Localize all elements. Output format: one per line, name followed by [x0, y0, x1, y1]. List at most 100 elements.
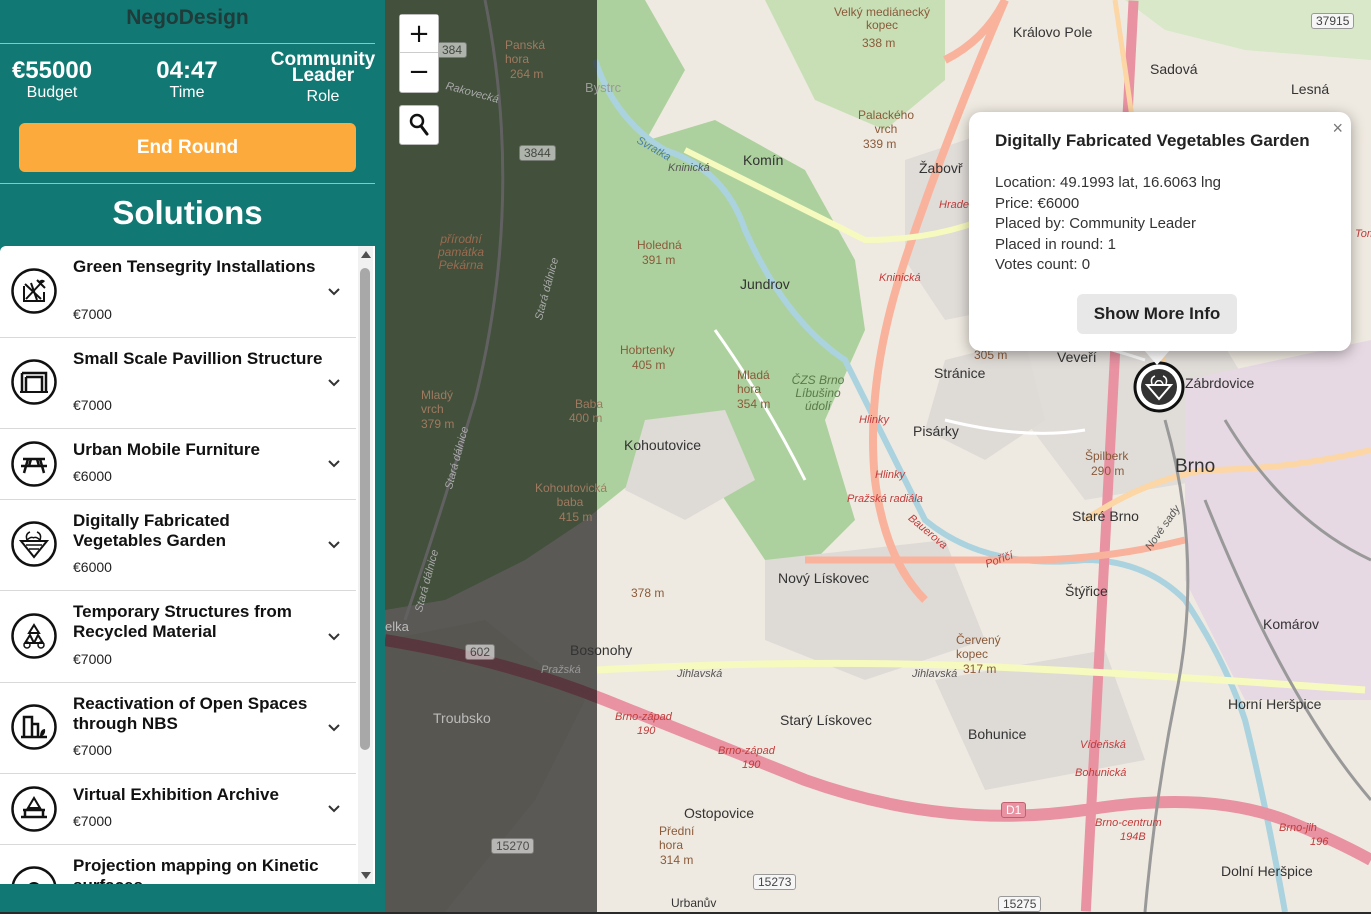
picnic-table-icon [11, 441, 57, 487]
zoom-control: + − [399, 14, 439, 93]
map-label: Brno-západ [718, 745, 775, 757]
chevron-down-icon[interactable] [326, 801, 342, 817]
chevron-down-icon[interactable] [326, 720, 342, 736]
show-more-info-button[interactable]: Show More Info [1077, 294, 1237, 334]
popup-votes: Votes count: 0 [995, 256, 1091, 273]
map-label: Brno-západ [615, 711, 672, 723]
popup-placed-by: Placed by: Community Leader [995, 215, 1196, 232]
map-shield: 15275 [998, 896, 1042, 912]
map-label: 314 m [660, 853, 694, 867]
map-label: Jundrov [740, 276, 790, 292]
map[interactable]: Královo Pole Sadová Lesná Komín Žabovř J… [385, 0, 1371, 912]
scroll-down-arrow-icon[interactable] [361, 872, 371, 879]
map-label: Hobrtenky [620, 343, 675, 357]
map-label: elka [385, 619, 409, 634]
map-label: Přední hora [659, 824, 695, 852]
solutions-heading: Solutions [112, 194, 263, 231]
solution-name: Urban Mobile Furniture [73, 440, 260, 459]
map-label: Dolní Heršpice [1221, 863, 1313, 879]
solution-price: €7000 [73, 813, 112, 829]
solution-name: Small Scale Pavillion Structure [73, 349, 323, 368]
map-label: 379 m [421, 417, 455, 431]
scrollbar-thumb[interactable] [360, 268, 370, 750]
map-shield: 3844 [519, 145, 556, 161]
map-label: Štýřice [1065, 583, 1108, 599]
map-label: 290 m [1091, 464, 1125, 478]
map-label: Kohoutovice [624, 437, 702, 453]
map-label: 391 m [642, 253, 676, 267]
solution-name: Green Tensegrity Installations [73, 257, 316, 276]
map-label: Kninická [668, 162, 710, 174]
map-label: Stránice [934, 365, 986, 381]
map-label: Baba [575, 397, 604, 411]
popup-tip [1143, 349, 1171, 365]
map-label: Bohunická [1075, 767, 1127, 779]
map-label: Komárov [1263, 616, 1320, 632]
chevron-down-icon[interactable] [326, 284, 342, 300]
solution-item[interactable]: Projection mapping on Kinetic surfaces [0, 845, 356, 884]
chevron-down-icon[interactable] [326, 456, 342, 472]
scroll-up-arrow-icon[interactable] [361, 251, 371, 258]
map-label: Staré Brno [1072, 508, 1139, 524]
map-label: Bystrc [585, 80, 622, 95]
solution-item[interactable]: Urban Mobile Furniture €6000 [0, 429, 356, 500]
buildings-nature-icon [11, 704, 57, 750]
map-marker-vegetable-garden[interactable] [1133, 361, 1185, 413]
zoom-out-button[interactable]: − [400, 53, 438, 91]
popup-title: Digitally Fabricated Vegetables Garden [995, 131, 1310, 150]
chevron-down-icon[interactable] [326, 375, 342, 391]
map-search-button[interactable] [399, 105, 439, 145]
end-round-button[interactable]: End Round [19, 123, 356, 172]
map-label: Brno-centrum [1095, 817, 1162, 829]
solution-item[interactable]: Virtual Exhibition Archive €7000 [0, 774, 356, 845]
map-label: Pisárky [913, 423, 959, 439]
map-label: Hlinky [859, 414, 889, 426]
chevron-down-icon[interactable] [326, 629, 342, 645]
projection-icon [11, 866, 57, 884]
map-label: 190 [637, 725, 656, 737]
map-label: Hrade [939, 199, 969, 211]
map-label: Mladý vrch [421, 388, 454, 416]
map-label: Kohoutovická baba [535, 481, 608, 509]
sidebar: NegoDesign €55000 Budget 04:47 Time Comm… [0, 0, 385, 912]
solutions-list[interactable]: Green Tensegrity Installations €7000 Sma… [0, 246, 375, 884]
map-label: 405 m [632, 358, 666, 372]
solution-price: €7000 [73, 397, 112, 413]
popup-details: Location: 49.1993 lat, 16.6063 lng Price… [995, 173, 1221, 276]
map-label: Sadová [1150, 61, 1198, 77]
map-label: Pražská [541, 664, 581, 676]
recycle-icon [11, 613, 57, 659]
time-value: 04:47 [156, 57, 218, 84]
map-label: Brno [1175, 456, 1216, 477]
map-label: Starý Lískovec [780, 712, 872, 728]
map-label: 196 [1310, 836, 1329, 848]
map-label: Nový Lískovec [778, 570, 870, 586]
map-label: Horní Heršpice [1228, 696, 1322, 712]
divider [0, 183, 375, 184]
map-label: Holedná [637, 238, 682, 252]
solution-price: €7000 [73, 306, 112, 322]
solution-item[interactable]: Green Tensegrity Installations €7000 [0, 246, 356, 338]
pavilion-icon [11, 359, 57, 405]
solution-item[interactable]: Temporary Structures from Recycled Mater… [0, 591, 356, 683]
popup-close-button[interactable]: × [1332, 118, 1343, 139]
map-label: Zábrdovice [1185, 375, 1255, 391]
solution-popup: × Digitally Fabricated Vegetables Garden… [969, 112, 1351, 351]
time-stat: 04:47 Time [137, 58, 237, 102]
solution-item[interactable]: Reactivation of Open Spaces through NBS … [0, 683, 356, 774]
solution-price: €6000 [73, 559, 112, 575]
map-label: Žabovř [919, 160, 963, 176]
tensegrity-icon [11, 268, 57, 314]
map-label: 339 m [863, 137, 897, 151]
map-shield: D1 [1001, 802, 1027, 818]
list-scrollbar[interactable] [358, 246, 373, 884]
zoom-in-button[interactable]: + [400, 15, 438, 53]
map-label: Ostopovice [684, 805, 755, 821]
vegetable-garden-icon [11, 521, 57, 567]
map-label: Veveří [1057, 349, 1097, 365]
solution-item[interactable]: Digitally Fabricated Vegetables Garden €… [0, 500, 356, 591]
map-label: 338 m [862, 36, 896, 50]
map-label: Urbanův [671, 896, 717, 910]
chevron-down-icon[interactable] [326, 537, 342, 553]
solution-item[interactable]: Small Scale Pavillion Structure €7000 [0, 338, 356, 429]
